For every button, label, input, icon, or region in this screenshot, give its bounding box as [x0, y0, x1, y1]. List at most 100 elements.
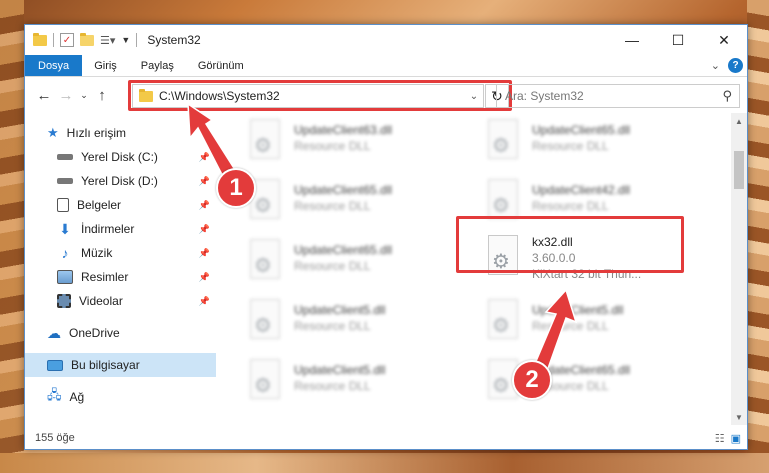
sidebar-item-videos[interactable]: Videolar 📌: [25, 289, 216, 313]
details-view-icon[interactable]: ☷: [715, 432, 725, 445]
dll-file-icon: ⚙: [244, 297, 286, 345]
file-item[interactable]: ⚙ UpdateClient63.dll Resource DLL: [244, 117, 474, 173]
search-placeholder: Ara: System32: [505, 89, 584, 103]
file-item[interactable]: ⚙ UpdateClient65.dll Resource DLL: [244, 237, 474, 293]
file-name: UpdateClient65.dll: [294, 183, 393, 197]
tab-home[interactable]: Giriş: [82, 55, 129, 76]
dll-file-icon: ⚙: [244, 237, 286, 285]
file-item[interactable]: ⚙ UpdateClient5.dll Resource DLL: [244, 297, 474, 353]
properties-icon[interactable]: ✓: [60, 33, 74, 47]
tab-share[interactable]: Paylaş: [129, 55, 186, 76]
sidebar-item-label: Yerel Disk (C:): [81, 150, 158, 164]
tab-file[interactable]: Dosya: [25, 55, 83, 76]
sidebar-item-label: Belgeler: [77, 198, 122, 212]
dll-file-icon: ⚙: [244, 357, 286, 405]
title-bar: ✓ ☰▾ ▼ System32 — ☐ ✕: [25, 25, 747, 55]
ribbon-right: ⌄ ?: [711, 55, 747, 76]
pin-icon[interactable]: 📌: [199, 176, 210, 187]
callout-badge-2: 2: [512, 360, 552, 400]
sidebar-item-documents[interactable]: Belgeler 📌: [25, 193, 216, 217]
divider: [53, 33, 54, 47]
pin-icon[interactable]: 📌: [199, 248, 210, 259]
sidebar-item-label: Videolar: [79, 294, 123, 308]
pin-icon[interactable]: 📌: [199, 296, 210, 307]
videos-icon: [57, 294, 71, 308]
minimize-button[interactable]: —: [609, 25, 655, 55]
sidebar-item-downloads[interactable]: ⬇ İndirmeler 📌: [25, 217, 216, 241]
customize-toolbar-icon[interactable]: ☰▾: [100, 34, 115, 47]
sidebar-item-local-disk-d[interactable]: Yerel Disk (D:) 📌: [25, 169, 216, 193]
computer-icon: [47, 359, 63, 371]
sidebar-item-this-pc[interactable]: Bu bilgisayar: [25, 353, 216, 377]
file-description: Resource DLL: [294, 319, 371, 333]
file-description: Resource DLL: [294, 139, 371, 153]
dll-file-icon: ⚙: [244, 117, 286, 165]
sidebar-item-onedrive[interactable]: ☁ OneDrive: [25, 321, 216, 345]
file-description: Resource DLL: [532, 319, 609, 333]
file-item[interactable]: ⚙ UpdateClient5.dll Resource DLL: [244, 357, 474, 413]
file-name: UpdateClient5.dll: [294, 363, 386, 377]
file-item[interactable]: ⚙ UpdateClient65.dll Resource DLL: [244, 177, 474, 233]
new-folder-icon[interactable]: [80, 32, 94, 46]
download-icon: ⬇: [59, 220, 71, 237]
sidebar-item-pictures[interactable]: Resimler 📌: [25, 265, 216, 289]
chevron-down-icon[interactable]: ▼: [121, 35, 130, 45]
kx32-highlight-box: [456, 216, 684, 273]
ribbon-tabs: Dosya Giriş Paylaş Görünüm ⌄ ?: [25, 55, 747, 77]
sidebar-item-quick-access[interactable]: ★ Hızlı erişim: [25, 121, 216, 145]
sidebar-item-label: Bu bilgisayar: [71, 358, 140, 372]
network-icon: 🖧: [47, 387, 62, 402]
window-controls: — ☐ ✕: [609, 25, 747, 55]
help-icon[interactable]: ?: [728, 58, 743, 73]
file-name: UpdateClient42.dll: [532, 183, 631, 197]
drive-icon: [57, 154, 73, 160]
sidebar-item-music[interactable]: ♪ Müzik 📌: [25, 241, 216, 265]
status-bar: 155 öğe ☷ ▣: [25, 427, 747, 449]
up-button[interactable]: ↑: [91, 84, 113, 106]
vertical-scrollbar[interactable]: ▲ ▼: [731, 113, 747, 425]
file-description: Resource DLL: [294, 199, 371, 213]
back-button[interactable]: ←: [33, 84, 55, 106]
sidebar-item-label: OneDrive: [69, 326, 120, 340]
pin-icon[interactable]: 📌: [199, 272, 210, 283]
pin-icon[interactable]: 📌: [199, 200, 210, 211]
divider: [136, 33, 138, 47]
chevron-down-icon[interactable]: ⌄: [711, 59, 720, 72]
file-description: Resource DLL: [532, 139, 609, 153]
large-icons-view-icon[interactable]: ▣: [731, 432, 741, 445]
sidebar-item-label: Resimler: [81, 270, 129, 284]
file-name: UpdateClient63.dll: [294, 123, 393, 137]
pin-icon[interactable]: 📌: [199, 152, 210, 163]
forward-button[interactable]: →: [55, 84, 77, 106]
address-highlight-box: [128, 80, 512, 111]
scroll-up-icon[interactable]: ▲: [731, 113, 747, 129]
file-item[interactable]: ⚙ UpdateClient65.dll Resource DLL: [482, 117, 712, 173]
desktop-background-bottom: [0, 453, 769, 473]
dll-file-icon: ⚙: [482, 117, 524, 165]
quick-access-toolbar: ✓ ☰▾ ▼: [33, 32, 130, 47]
maximize-button[interactable]: ☐: [655, 25, 701, 55]
desktop-background-right: [747, 0, 769, 473]
sidebar-item-local-disk-c[interactable]: Yerel Disk (C:) 📌: [25, 145, 216, 169]
folder-icon: [33, 32, 47, 46]
file-item[interactable]: ⚙ UpdateClient5.dll Resource DLL: [482, 297, 712, 353]
sidebar-item-network[interactable]: 🖧 Ağ: [25, 385, 216, 409]
pin-icon[interactable]: 📌: [199, 224, 210, 235]
music-icon: ♪: [61, 245, 69, 261]
star-icon: ★: [47, 125, 59, 140]
file-name: UpdateClient65.dll: [532, 123, 631, 137]
search-input[interactable]: Ara: System32 ⚲: [496, 84, 740, 108]
recent-locations-button[interactable]: ⌄: [77, 84, 91, 106]
close-button[interactable]: ✕: [701, 25, 747, 55]
tab-view[interactable]: Görünüm: [186, 55, 256, 76]
sidebar-item-label: İndirmeler: [81, 222, 135, 236]
callout-badge-1: 1: [216, 168, 256, 208]
navigation-pane: ★ Hızlı erişim Yerel Disk (C:) 📌 Yerel D…: [25, 113, 216, 425]
view-switcher: ☷ ▣: [715, 432, 747, 445]
scroll-down-icon[interactable]: ▼: [731, 409, 747, 425]
cloud-icon: ☁: [47, 324, 61, 341]
scrollbar-thumb[interactable]: [734, 151, 744, 189]
search-icon: ⚲: [722, 88, 732, 103]
sidebar-item-label: Yerel Disk (D:): [81, 174, 158, 188]
file-description: Resource DLL: [294, 259, 371, 273]
